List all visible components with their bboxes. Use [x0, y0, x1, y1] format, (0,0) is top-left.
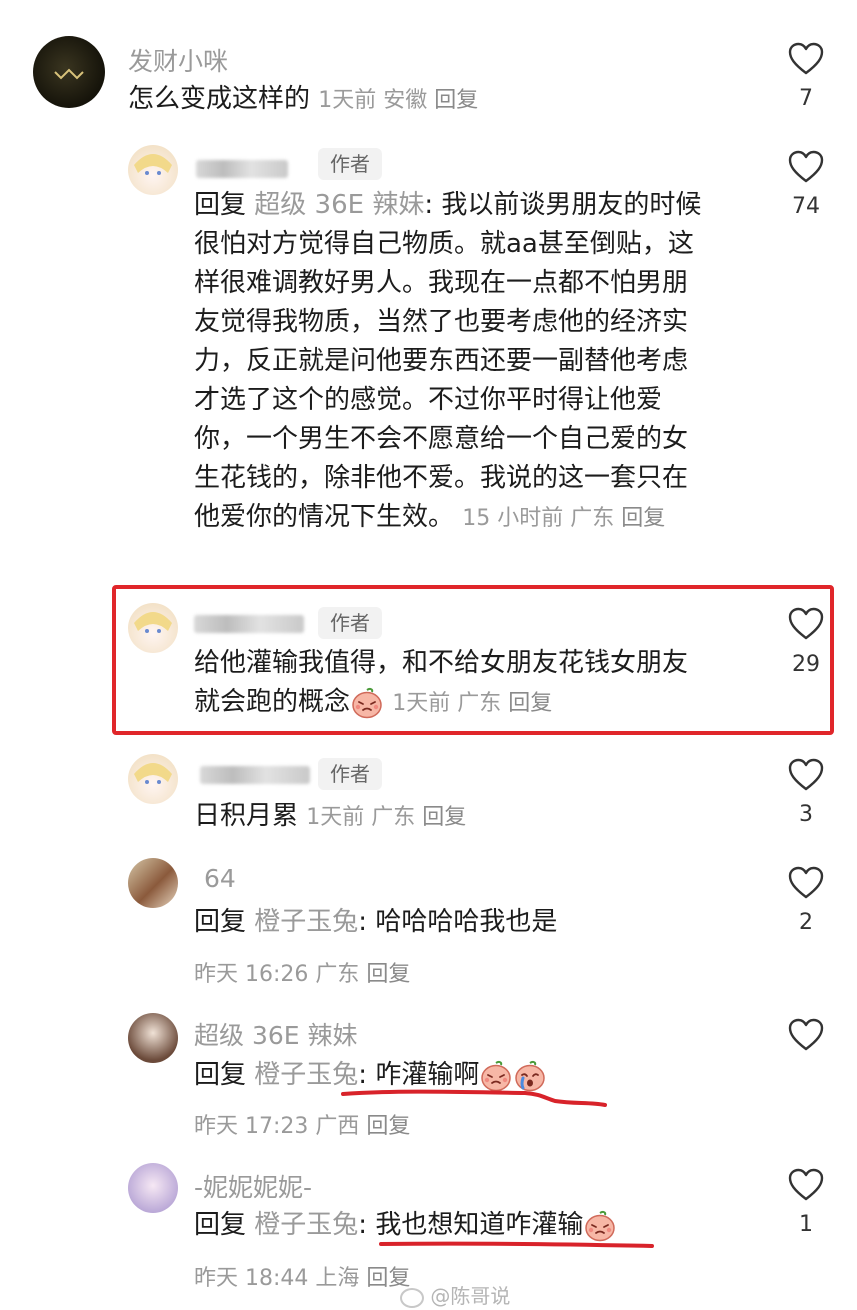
- comment-line: 你，一个男生不会不愿意给一个自己爱的女: [194, 424, 689, 454]
- comment-location: 安徽: [383, 88, 428, 113]
- comment-line: 很怕对方觉得自己物质。就aa甚至倒贴，这: [194, 229, 694, 259]
- comment-time: 15 小时前: [462, 506, 564, 531]
- comment-text: 日积月累 1天前 广东 回复: [194, 797, 466, 837]
- watermark: @陈哥说: [400, 1280, 510, 1309]
- avatar[interactable]: [128, 603, 178, 653]
- comment-location: 广东: [371, 805, 416, 830]
- comment-time: 昨天 17:23: [194, 1114, 309, 1139]
- avatar[interactable]: [128, 145, 178, 195]
- comment-location: 广东: [570, 506, 615, 531]
- comment-body: 怎么变成这样的: [128, 84, 311, 114]
- like-heart-icon[interactable]: [788, 42, 824, 76]
- like-heart-icon[interactable]: [788, 150, 824, 184]
- like-count: 2: [799, 910, 813, 935]
- reply-prefix: 回复: [194, 190, 247, 220]
- like-heart-icon[interactable]: [788, 866, 824, 900]
- like-heart-icon[interactable]: [788, 607, 824, 641]
- avatar[interactable]: [128, 858, 178, 908]
- commenter-name[interactable]: 发财小咪: [128, 42, 228, 78]
- comment-time: 1天前: [306, 805, 365, 830]
- weibo-icon: [400, 1287, 424, 1308]
- comment-time: 1天前: [318, 88, 377, 113]
- comment-text: 回复 超级 36E 辣妹: 我以前谈男朋友的时候 很怕对方觉得自己物质。就aa甚…: [194, 186, 754, 538]
- peach-emoji-icon: [350, 687, 384, 719]
- comment-meta: 昨天 16:26 广东 回复: [194, 956, 410, 988]
- avatar[interactable]: [128, 1163, 178, 1213]
- reply-target-link[interactable]: 橙子玉兔: [254, 907, 358, 937]
- author-badge: 作者: [318, 148, 382, 180]
- comment-text: 回复 橙子玉兔: 哈哈哈哈我也是: [194, 903, 557, 942]
- like-count: 3: [799, 802, 813, 827]
- reply-button[interactable]: 回复: [434, 88, 478, 113]
- comment-meta: 1天前 安徽 回复: [318, 88, 478, 113]
- comment-line: 力，反正就是问他要东西还要一副替他考虑: [194, 346, 689, 376]
- comment-time: 昨天 18:44: [194, 1266, 309, 1291]
- avatar[interactable]: [33, 36, 105, 108]
- peach-emoji-icon: [583, 1210, 617, 1242]
- comment-location: 广东: [315, 962, 360, 987]
- commenter-name[interactable]: -妮妮妮妮-: [194, 1168, 312, 1204]
- comment-time: 昨天 16:26: [194, 962, 309, 987]
- like-count: 1: [799, 1212, 813, 1237]
- reply-target-link[interactable]: 橙子玉兔: [254, 1210, 358, 1240]
- comment-location: 上海: [315, 1266, 360, 1291]
- comment-meta: 昨天 17:23 广西 回复: [194, 1108, 410, 1140]
- commenter-name[interactable]: 超级 36E 辣妹: [194, 1016, 358, 1052]
- comment-body: : 哈哈哈哈我也是: [358, 907, 558, 937]
- comment-location: 广西: [315, 1114, 360, 1139]
- blurred-username: [194, 615, 304, 633]
- reply-prefix: 回复: [194, 1210, 247, 1240]
- comment-line: 他爱你的情况下生效。: [194, 502, 455, 532]
- commenter-name[interactable]: 64: [204, 864, 236, 893]
- comment-body: 日积月累: [194, 801, 299, 831]
- comment-meta: 15 小时前 广东 回复: [462, 506, 665, 531]
- comment-line: 就会跑的概念: [194, 687, 351, 717]
- like-count: 29: [792, 652, 820, 677]
- like-heart-icon[interactable]: [788, 1018, 824, 1052]
- comment-line: 给他灌输我值得，和不给女朋友花钱女朋友: [194, 648, 689, 678]
- blurred-username: [200, 766, 310, 784]
- comment-meta: 昨天 18:44 上海 回复: [194, 1260, 410, 1292]
- author-badge: 作者: [318, 758, 382, 790]
- comment-meta: 1天前 广东 回复: [306, 805, 466, 830]
- reply-button[interactable]: 回复: [422, 805, 466, 830]
- avatar[interactable]: [128, 1013, 178, 1063]
- reply-button[interactable]: 回复: [621, 506, 665, 531]
- reply-prefix: 回复: [194, 907, 247, 937]
- comment-text: 怎么变成这样的 1天前 安徽 回复: [128, 80, 478, 120]
- comment-line: 样很难调教好男人。我现在一点都不怕男朋: [194, 268, 689, 298]
- avatar[interactable]: [128, 754, 178, 804]
- comment-time: 1天前: [392, 691, 451, 716]
- reply-button[interactable]: 回复: [366, 1114, 410, 1139]
- reply-prefix: 回复: [194, 1060, 247, 1090]
- comment-meta: 1天前 广东 回复: [392, 691, 552, 716]
- author-badge: 作者: [318, 607, 382, 639]
- red-underline: [379, 1241, 654, 1248]
- like-count: 74: [792, 194, 820, 219]
- comment-line: : 我以前谈男朋友的时候: [424, 190, 702, 220]
- reply-button[interactable]: 回复: [366, 962, 410, 987]
- comment-line: 生花钱的，除非他不爱。我说的这一套只在: [194, 463, 689, 493]
- reply-button[interactable]: 回复: [508, 691, 552, 716]
- reply-target-link[interactable]: 超级 36E 辣妹: [254, 190, 424, 220]
- like-heart-icon[interactable]: [788, 758, 824, 792]
- comment-line: 才选了这个的感觉。不过你平时得让他爱: [194, 385, 663, 415]
- comment-location: 广东: [457, 691, 502, 716]
- watermark-text: @陈哥说: [430, 1284, 511, 1308]
- like-heart-icon[interactable]: [788, 1168, 824, 1202]
- comment-line: 友觉得我物质，当然了也要考虑他的经济实: [194, 307, 689, 337]
- comment-text: 给他灌输我值得，和不给女朋友花钱女朋友 就会跑的概念 1天前 广东 回复: [194, 644, 774, 723]
- like-count: 7: [799, 86, 813, 111]
- blurred-username: [196, 160, 288, 178]
- comment-body: : 我也想知道咋灌输: [358, 1210, 584, 1240]
